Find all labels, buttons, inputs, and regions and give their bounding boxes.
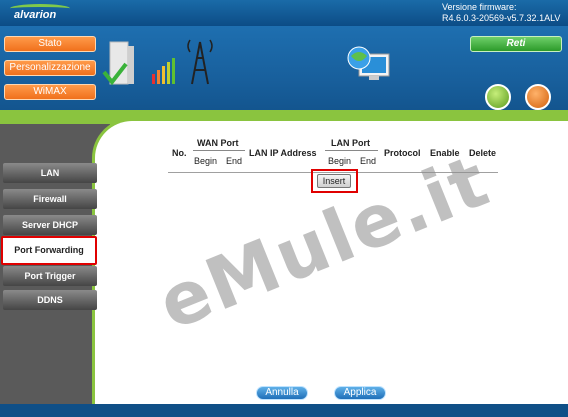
col-lan-port: LAN Port <box>331 138 370 148</box>
lan-port-underline <box>325 150 378 151</box>
alvarion-logo: alvarion <box>4 2 76 24</box>
menu-wimax-button[interactable]: WiMAX <box>4 84 96 100</box>
apply-button[interactable]: Applica <box>334 386 386 400</box>
key-icon[interactable] <box>485 84 511 110</box>
sidebar-item-ddns[interactable]: DDNS <box>3 290 97 310</box>
col-no: No. <box>172 148 187 158</box>
power-icon[interactable] <box>525 84 551 110</box>
logo-text: alvarion <box>14 9 57 21</box>
bottom-bar <box>0 404 568 417</box>
sidebar-item-lan[interactable]: LAN <box>3 163 97 183</box>
cpe-device-side <box>128 46 134 84</box>
menu-stato-button[interactable]: Stato <box>4 36 96 52</box>
cancel-button[interactable]: Annulla <box>256 386 308 400</box>
col-protocol: Protocol <box>384 148 421 158</box>
lan-begin: Begin <box>328 156 352 166</box>
reti-button[interactable]: Reti <box>470 36 562 52</box>
sidebar-item-port-forwarding[interactable]: Port Forwarding <box>1 236 97 265</box>
col-wan-port: WAN Port <box>197 138 239 148</box>
wan-begin: Begin <box>194 156 218 166</box>
banner: Stato Personalizzazione WiMAX Reti <box>0 26 568 116</box>
sidebar-item-server-dhcp[interactable]: Server DHCP <box>3 215 97 235</box>
device-tower-illustration <box>102 39 213 86</box>
col-lan-ip: LAN IP Address <box>249 148 317 158</box>
wan-end: End <box>226 156 243 166</box>
globe-monitor-icon <box>347 46 390 80</box>
firmware-version: R4.6.0.3-20569-v5.7.32.1ALV <box>442 13 561 23</box>
cpe-device-icon <box>109 41 129 85</box>
top-bar: alvarion Versione firmware: R4.6.0.3-205… <box>0 0 568 26</box>
lan-end: End <box>360 156 377 166</box>
tower-icon <box>191 41 209 85</box>
firmware-label: Versione firmware: <box>442 2 517 12</box>
menu-personalizzazione-button[interactable]: Personalizzazione <box>4 60 96 76</box>
signal-bar-icon <box>152 74 155 84</box>
firmware-info: Versione firmware: R4.6.0.3-20569-v5.7.3… <box>442 2 562 24</box>
insert-button[interactable]: Insert <box>317 174 351 188</box>
sidebar-item-port-trigger[interactable]: Port Trigger <box>3 266 97 286</box>
sidebar-item-firewall[interactable]: Firewall <box>3 189 97 209</box>
wan-port-underline <box>193 150 245 151</box>
